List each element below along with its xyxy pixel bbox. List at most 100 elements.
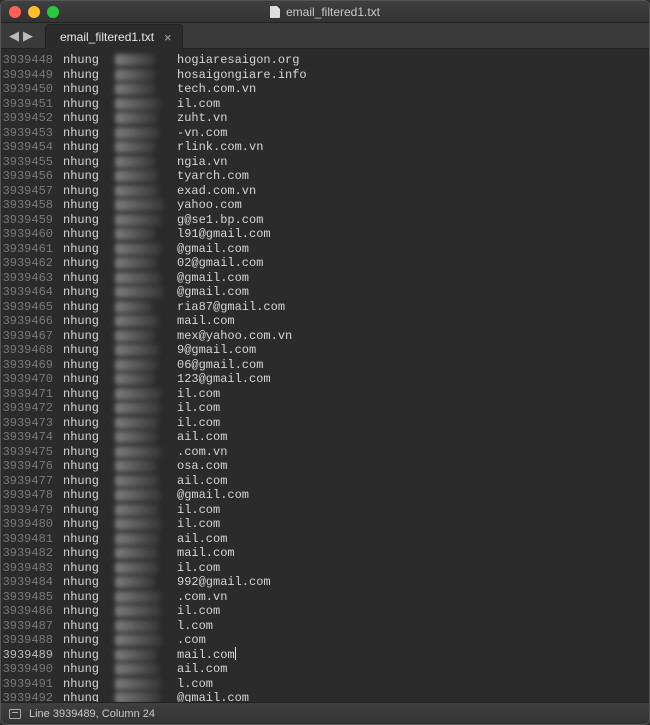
text-line[interactable]: 3939485nhung.com.vn	[1, 590, 649, 605]
text-line[interactable]: 3939483nhungil.com	[1, 561, 649, 576]
line-redacted	[115, 111, 177, 126]
minimize-window-button[interactable]	[28, 6, 40, 18]
text-line[interactable]: 3939455nhungngia.vn	[1, 155, 649, 170]
line-redacted	[115, 488, 177, 503]
text-line[interactable]: 3939452nhungzuht.vn	[1, 111, 649, 126]
line-number: 3939476	[1, 459, 63, 474]
line-col3: .com	[177, 633, 206, 648]
text-line[interactable]: 3939479nhungil.com	[1, 503, 649, 518]
text-line[interactable]: 3939454nhungrlink.com.vn	[1, 140, 649, 155]
line-redacted	[115, 619, 177, 634]
close-window-button[interactable]	[9, 6, 21, 18]
line-col1: nhung	[63, 459, 115, 474]
line-col3: l.com	[177, 677, 213, 692]
text-line[interactable]: 3939469nhung06@gmail.com	[1, 358, 649, 373]
tab-active[interactable]: email_filtered1.txt ×	[45, 24, 183, 49]
line-col1: nhung	[63, 619, 115, 634]
text-line[interactable]: 3939468nhung9@gmail.com	[1, 343, 649, 358]
text-line[interactable]: 3939464nhung@gmail.com	[1, 285, 649, 300]
line-number: 3939466	[1, 314, 63, 329]
text-line[interactable]: 3939487nhungl.com	[1, 619, 649, 634]
text-line[interactable]: 3939465nhungria87@gmail.com	[1, 300, 649, 315]
line-redacted	[115, 561, 177, 576]
text-line[interactable]: 3939489nhungmail.com	[1, 648, 649, 663]
line-col3: mail.com	[177, 546, 235, 561]
line-col1: nhung	[63, 546, 115, 561]
panel-toggle-icon[interactable]	[9, 709, 21, 719]
line-redacted	[115, 474, 177, 489]
text-line[interactable]: 3939488nhung.com	[1, 633, 649, 648]
text-line[interactable]: 3939458nhungyahoo.com	[1, 198, 649, 213]
text-line[interactable]: 3939486nhungil.com	[1, 604, 649, 619]
line-redacted	[115, 590, 177, 605]
text-line[interactable]: 3939460nhungl91@gmail.com	[1, 227, 649, 242]
text-line[interactable]: 3939453nhung-vn.com	[1, 126, 649, 141]
titlebar-title-group: email_filtered1.txt	[1, 5, 649, 19]
text-line[interactable]: 3939476nhungosa.com	[1, 459, 649, 474]
text-line[interactable]: 3939474nhungail.com	[1, 430, 649, 445]
text-line[interactable]: 3939490nhungail.com	[1, 662, 649, 677]
text-line[interactable]: 3939472nhungil.com	[1, 401, 649, 416]
line-number: 3939462	[1, 256, 63, 271]
titlebar[interactable]: email_filtered1.txt	[1, 1, 649, 23]
text-line[interactable]: 3939457nhungexad.com.vn	[1, 184, 649, 199]
line-number: 3939483	[1, 561, 63, 576]
editor-area[interactable]: 3939448nhunghogiaresaigon.org3939449nhun…	[1, 49, 649, 702]
nav-forward-icon[interactable]: ▶	[23, 28, 33, 44]
text-line[interactable]: 3939475nhung.com.vn	[1, 445, 649, 460]
text-line[interactable]: 3939451nhungil.com	[1, 97, 649, 112]
text-line[interactable]: 3939481nhungail.com	[1, 532, 649, 547]
line-number: 3939469	[1, 358, 63, 373]
text-line[interactable]: 3939466nhungmail.com	[1, 314, 649, 329]
line-number: 3939455	[1, 155, 63, 170]
text-line[interactable]: 3939456nhungtyarch.com	[1, 169, 649, 184]
line-number: 3939463	[1, 271, 63, 286]
text-line[interactable]: 3939461nhung@gmail.com	[1, 242, 649, 257]
tab-close-icon[interactable]: ×	[164, 31, 172, 44]
line-redacted	[115, 358, 177, 373]
line-col3: 123@gmail.com	[177, 372, 271, 387]
line-number: 3939485	[1, 590, 63, 605]
text-line[interactable]: 3939477nhungail.com	[1, 474, 649, 489]
line-col3: -vn.com	[177, 126, 227, 141]
line-col1: nhung	[63, 575, 115, 590]
text-line[interactable]: 3939491nhungl.com	[1, 677, 649, 692]
text-lines[interactable]: 3939448nhunghogiaresaigon.org3939449nhun…	[1, 49, 649, 702]
maximize-window-button[interactable]	[47, 6, 59, 18]
line-col1: nhung	[63, 97, 115, 112]
line-redacted	[115, 459, 177, 474]
text-line[interactable]: 3939448nhunghogiaresaigon.org	[1, 53, 649, 68]
text-line[interactable]: 3939478nhung@gmail.com	[1, 488, 649, 503]
text-line[interactable]: 3939449nhunghosaigongiare.info	[1, 68, 649, 83]
line-col3: il.com	[177, 604, 220, 619]
line-col1: nhung	[63, 53, 115, 68]
nav-back-icon[interactable]: ◀	[9, 28, 19, 44]
text-line[interactable]: 3939470nhung123@gmail.com	[1, 372, 649, 387]
line-col1: nhung	[63, 445, 115, 460]
line-col3: rlink.com.vn	[177, 140, 263, 155]
text-line[interactable]: 3939463nhung@gmail.com	[1, 271, 649, 286]
text-line[interactable]: 3939467nhungmex@yahoo.com.vn	[1, 329, 649, 344]
text-line[interactable]: 3939492nhung@gmail.com	[1, 691, 649, 702]
text-line[interactable]: 3939462nhung02@gmail.com	[1, 256, 649, 271]
line-col3: @gmail.com	[177, 242, 249, 257]
line-redacted	[115, 314, 177, 329]
line-col1: nhung	[63, 358, 115, 373]
text-line[interactable]: 3939450nhungtech.com.vn	[1, 82, 649, 97]
line-number: 3939480	[1, 517, 63, 532]
text-line[interactable]: 3939484nhung992@gmail.com	[1, 575, 649, 590]
text-line[interactable]: 3939482nhungmail.com	[1, 546, 649, 561]
text-line[interactable]: 3939473nhungil.com	[1, 416, 649, 431]
line-redacted	[115, 372, 177, 387]
text-line[interactable]: 3939480nhungil.com	[1, 517, 649, 532]
text-line[interactable]: 3939471nhungil.com	[1, 387, 649, 402]
line-col1: nhung	[63, 198, 115, 213]
line-col1: nhung	[63, 604, 115, 619]
line-redacted	[115, 82, 177, 97]
line-col3: @gmail.com	[177, 488, 249, 503]
line-col3: @gmail.com	[177, 271, 249, 286]
line-number: 3939449	[1, 68, 63, 83]
line-col1: nhung	[63, 633, 115, 648]
line-redacted	[115, 532, 177, 547]
text-line[interactable]: 3939459nhungg@se1.bp.com	[1, 213, 649, 228]
